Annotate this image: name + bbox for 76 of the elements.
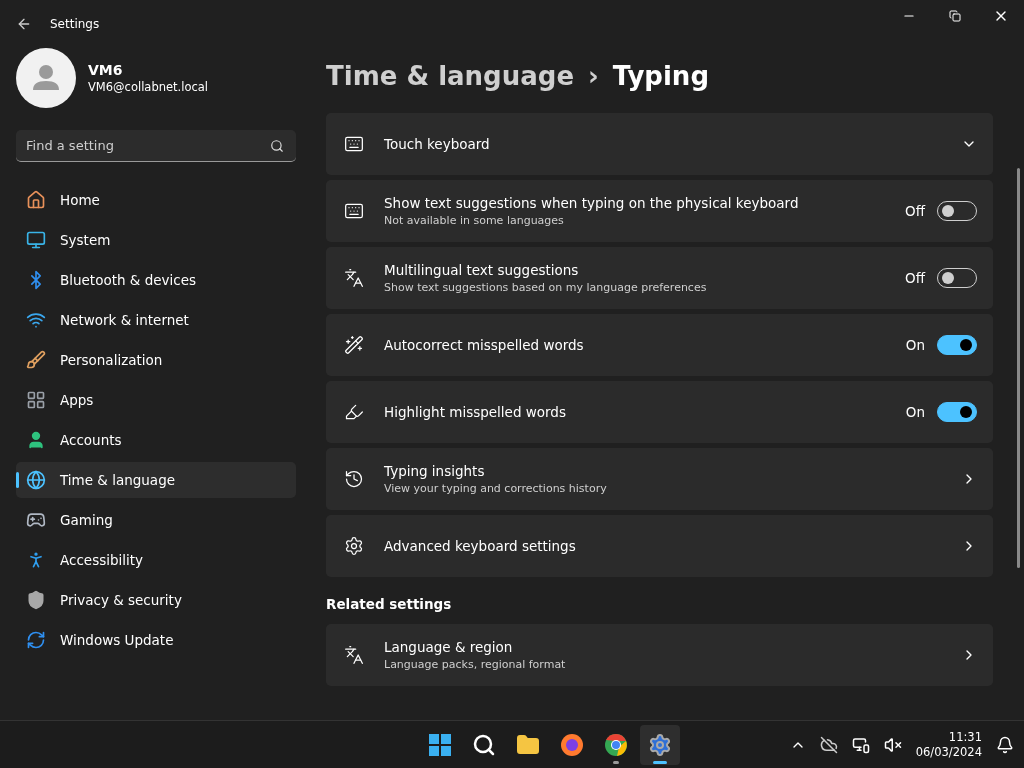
toggle-state-label: Off <box>905 203 925 219</box>
user-name: VM6 <box>88 62 124 78</box>
setting-title: Touch keyboard <box>384 136 491 152</box>
user-email: VM6@collabnet.local <box>88 80 209 94</box>
refresh-icon <box>26 630 46 650</box>
sidebar-item[interactable]: System <box>16 222 296 258</box>
setting-title: Typing insights <box>384 463 486 479</box>
network-icon[interactable] <box>851 735 870 754</box>
settings-icon <box>344 536 364 556</box>
wifi-icon <box>26 310 46 330</box>
apps-grid-icon <box>26 390 46 410</box>
setting-description: View your typing and corrections history <box>384 482 608 495</box>
avatar <box>16 48 76 108</box>
toggle-state-label: On <box>905 337 925 353</box>
search-icon <box>471 732 496 757</box>
toggle-state-label: Off <box>905 270 925 286</box>
house-icon <box>26 190 46 210</box>
page-title: Typing <box>612 61 709 91</box>
monitor-icon <box>26 230 46 250</box>
sidebar-item[interactable]: Privacy & security <box>16 582 296 618</box>
folder-icon <box>515 732 540 757</box>
sidebar-item[interactable]: Accessibility <box>16 542 296 578</box>
setting-description: Not available in some languages <box>384 214 565 227</box>
setting-title: Show text suggestions when typing on the physical keyboard <box>384 195 800 211</box>
sidebar-item[interactable]: Windows Update <box>16 622 296 658</box>
cloud-off-icon[interactable] <box>819 735 838 754</box>
browser-icon <box>559 732 584 757</box>
setting-card[interactable]: Typing insights View your typing and corrections history <box>326 448 993 510</box>
sidebar-item[interactable]: Network & internet <box>16 302 296 338</box>
highlighter-icon <box>344 402 364 422</box>
search-icon <box>270 139 284 153</box>
breadcrumb-separator: › <box>588 61 599 91</box>
setting-card[interactable]: Touch keyboard <box>326 113 993 175</box>
sidebar-item[interactable]: Accounts <box>16 422 296 458</box>
language-icon <box>344 268 364 288</box>
browser-icon <box>603 732 628 757</box>
language-icon <box>344 645 364 665</box>
globe-icon <box>26 470 46 490</box>
gamepad-icon <box>26 510 46 530</box>
speaker-muted-icon[interactable] <box>883 735 902 754</box>
sidebar-item[interactable]: Time & language <box>16 462 296 498</box>
section-heading: Related settings <box>326 596 453 612</box>
clock[interactable]: 11:31 06/03/2024 <box>915 729 982 760</box>
sidebar-item[interactable]: Apps <box>16 382 296 418</box>
settings-button[interactable] <box>639 724 680 765</box>
setting-title: Advanced keyboard settings <box>384 538 577 554</box>
toggle-switch[interactable] <box>937 335 977 355</box>
search-field[interactable]: Find a setting <box>16 130 296 162</box>
breadcrumb-parent[interactable]: Time & language <box>326 61 575 91</box>
window-title: Settings <box>50 17 100 31</box>
setting-title: Language & region <box>384 639 514 655</box>
sidebar-item[interactable]: Gaming <box>16 502 296 538</box>
four-squares-icon <box>427 732 452 757</box>
setting-title: Autocorrect misspelled words <box>384 337 585 353</box>
setting-description: Show text suggestions based on my language preferences <box>384 281 708 294</box>
sidebar-item[interactable]: Bluetooth & devices <box>16 262 296 298</box>
wand-icon <box>344 335 364 355</box>
setting-title: Multilingual text suggestions <box>384 262 580 278</box>
toggle-state-label: On <box>905 404 925 420</box>
setting-card[interactable]: Advanced keyboard settings <box>326 515 993 577</box>
person-icon <box>26 430 46 450</box>
setting-description: Language packs, regional format <box>384 658 567 671</box>
keyboard-icon <box>344 201 364 221</box>
scrollbar[interactable] <box>1017 168 1020 568</box>
setting-card[interactable]: Language & region Language packs, regional format <box>326 624 993 686</box>
shield-icon <box>26 590 46 610</box>
bell-icon[interactable] <box>996 735 1014 754</box>
history-icon <box>344 469 364 489</box>
toggle-switch[interactable] <box>937 402 977 422</box>
brush-icon <box>26 350 46 370</box>
sidebar-item[interactable]: Home <box>16 182 296 218</box>
setting-title: Highlight misspelled words <box>384 404 567 420</box>
keyboard-icon <box>344 134 364 154</box>
sidebar-item[interactable]: Personalization <box>16 342 296 378</box>
restore-icon <box>949 10 961 22</box>
gear-icon <box>647 732 672 757</box>
